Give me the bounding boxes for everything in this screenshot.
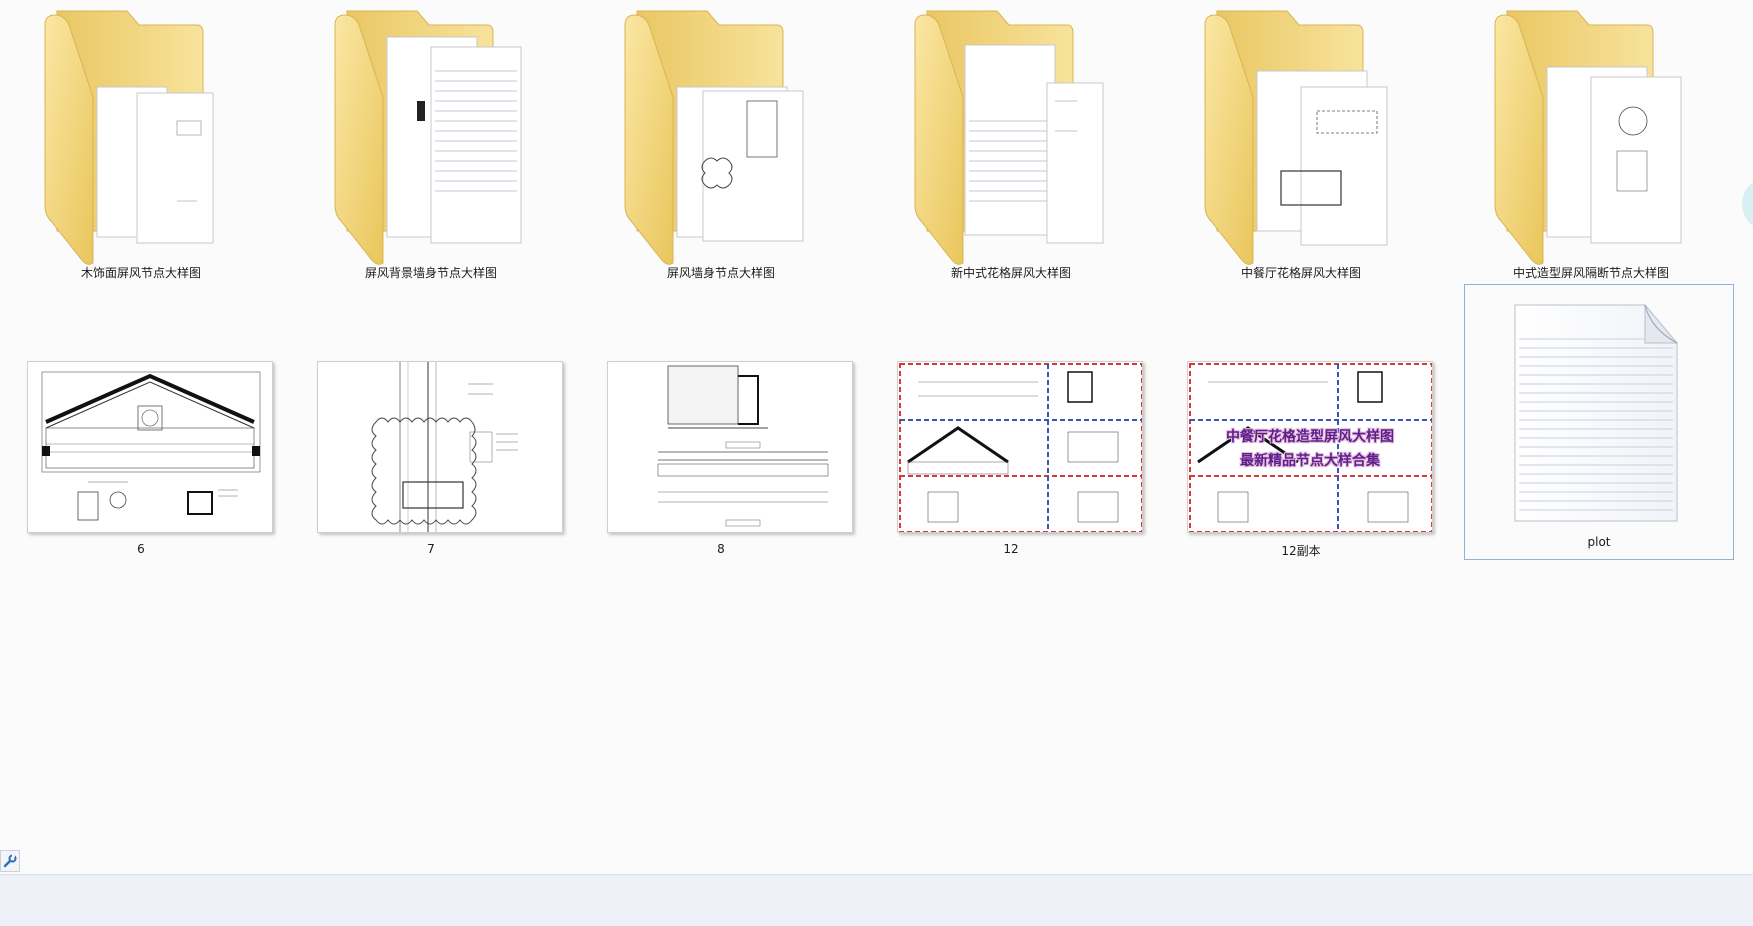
folder-label: 木饰面屏风节点大样图 — [80, 266, 201, 280]
file-label: 12副本 — [1281, 544, 1321, 558]
folder-label: 屏风墙身节点大样图 — [666, 266, 775, 280]
file-label: 12 — [1003, 542, 1019, 556]
folder-item-1[interactable]: 木饰面屏风节点大样图 — [8, 0, 274, 280]
folder-label: 中式造型屏风隔断节点大样图 — [1512, 266, 1669, 280]
folder-icon — [334, 10, 522, 265]
folder-icon — [1204, 10, 1388, 265]
folder-label: 屏风背景墙身节点大样图 — [364, 266, 497, 280]
file-item-12-copy[interactable]: 中餐厅花格造型屏风大样图 最新精品节点大样合集 12副本 — [1168, 295, 1434, 565]
document-icon — [1514, 303, 1679, 522]
file-label: 8 — [717, 542, 725, 556]
file-item-6[interactable]: 6 — [8, 295, 274, 565]
thumbnail-7 — [317, 361, 563, 533]
file-label: plot — [1587, 535, 1611, 549]
thumbnail-12 — [897, 361, 1143, 533]
folder-icon — [624, 10, 804, 265]
folder-item-3[interactable]: 屏风墙身节点大样图 — [588, 0, 854, 280]
overlay-title: 中餐厅花格造型屏风大样图 — [1226, 429, 1394, 445]
thumbnail-12-copy: 中餐厅花格造型屏风大样图 最新精品节点大样合集 — [1187, 361, 1433, 533]
folder-icon — [44, 10, 214, 265]
file-item-12[interactable]: 12 — [878, 295, 1144, 565]
file-item-8[interactable]: 8 — [588, 295, 854, 565]
folder-icon — [1494, 10, 1682, 265]
folder-item-2[interactable]: 屏风背景墙身节点大样图 — [298, 0, 564, 280]
overlay-subtitle: 最新精品节点大样合集 — [1240, 453, 1380, 469]
status-bar — [0, 874, 1753, 926]
file-item-7[interactable]: 7 — [298, 295, 564, 565]
folder-item-6[interactable]: 中式造型屏风隔断节点大样图 — [1458, 0, 1724, 280]
file-label: 7 — [427, 542, 435, 556]
file-view-pane: 木饰面屏风节点大样图 屏风背景墙身节点大样图 屏风墙身节点大样图 新中式花格屏风大样图… — [0, 0, 1753, 874]
file-item-plot[interactable]: plot — [1464, 284, 1734, 560]
folder-label: 中餐厅花格屏风大样图 — [1240, 266, 1361, 280]
wrench-icon[interactable] — [0, 850, 20, 872]
folder-label: 新中式花格屏风大样图 — [950, 266, 1071, 280]
thumbnail-8 — [607, 361, 853, 533]
folder-item-4[interactable]: 新中式花格屏风大样图 — [878, 0, 1144, 280]
folder-item-5[interactable]: 中餐厅花格屏风大样图 — [1168, 0, 1434, 280]
thumbnail-6 — [27, 361, 273, 533]
folder-icon — [914, 10, 1104, 265]
file-label: 6 — [137, 542, 145, 556]
